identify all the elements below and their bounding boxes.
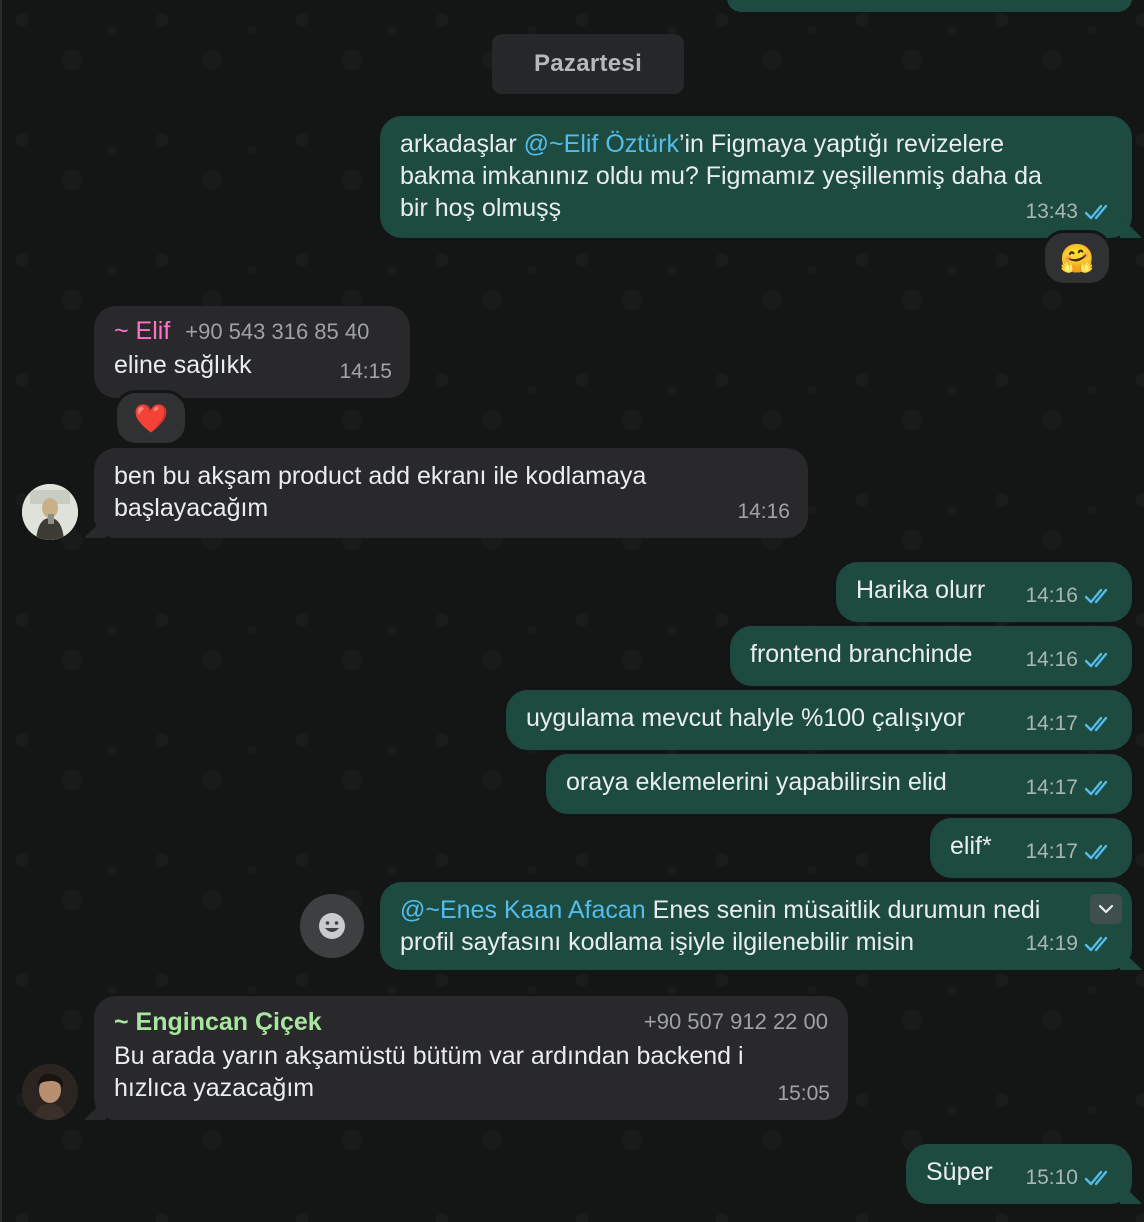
message-time: 14:17 xyxy=(1025,840,1078,863)
message-outgoing[interactable]: Harika olurr 14:16 xyxy=(836,562,1132,622)
message-text-line2: profil sayfasını kodlama işiyle ilgilene… xyxy=(400,928,915,956)
reaction-emoji: 🤗 xyxy=(1059,242,1095,274)
message-text: ben bu akşam product add ekranı ile kodl… xyxy=(114,462,647,522)
message-meta: 14:16 xyxy=(1025,644,1114,676)
message-meta: 15:05 xyxy=(777,1078,830,1110)
mention-link[interactable]: @~Enes Kaan Afacan xyxy=(400,896,646,924)
day-separator-label: Pazartesi xyxy=(533,50,643,77)
mention-link[interactable]: @~Elif Öztürk xyxy=(524,130,679,158)
message-outgoing[interactable]: Süper 15:10 xyxy=(906,1144,1132,1204)
message-text: oraya eklemelerini yapabilirsin elid xyxy=(566,768,947,796)
sender-name[interactable]: ~ Elif xyxy=(114,317,170,345)
message-meta: 14:17 xyxy=(1025,836,1114,868)
message-meta: 14:17 xyxy=(1025,708,1114,740)
reaction-emoji: ❤️ xyxy=(133,402,169,434)
message-outgoing[interactable]: frontend branchinde 14:16 xyxy=(730,626,1132,686)
message-outgoing[interactable]: oraya eklemelerini yapabilirsin elid 14:… xyxy=(546,754,1132,814)
message-incoming[interactable]: ben bu akşam product add ekranı ile kodl… xyxy=(94,448,808,538)
message-time: 15:10 xyxy=(1025,1166,1078,1189)
sender-phone: +90 507 912 22 00 xyxy=(643,1009,828,1034)
sender-phone: +90 543 316 85 40 xyxy=(185,319,370,344)
message-meta: 14:16 xyxy=(1025,580,1114,612)
double-check-icon xyxy=(1084,588,1108,604)
reaction-chip[interactable]: 🤗 xyxy=(1042,230,1112,286)
message-text: Harika olurr xyxy=(856,576,986,604)
message-outgoing[interactable]: @~Enes Kaan Afacan Enes senin müsaitlik … xyxy=(380,882,1132,970)
chat-area: Pazartesi arkadaşlar @~Elif Öztürk’in Fi… xyxy=(0,0,1144,1222)
message-text: Süper xyxy=(926,1158,993,1186)
message-time: 14:16 xyxy=(1025,648,1078,671)
message-text: elif* xyxy=(950,832,992,860)
avatar[interactable] xyxy=(22,484,78,540)
avatar-photo xyxy=(22,1064,78,1120)
message-text: @~Enes Kaan Afacan Enes senin müsaitlik … xyxy=(400,896,1041,924)
avatar-photo xyxy=(22,484,78,540)
chevron-down-icon xyxy=(1098,904,1114,914)
avatar[interactable] xyxy=(22,1064,78,1120)
message-text: frontend branchinde xyxy=(750,640,973,668)
double-check-icon xyxy=(1084,1170,1108,1186)
double-check-icon xyxy=(1084,780,1108,796)
message-time: 14:17 xyxy=(1025,712,1078,735)
message-menu-button[interactable] xyxy=(1090,894,1122,924)
message-meta: 14:19 xyxy=(1025,928,1114,960)
double-check-icon xyxy=(1084,716,1108,732)
emoji-react-button[interactable] xyxy=(300,894,364,958)
double-check-icon xyxy=(1084,652,1108,668)
double-check-icon xyxy=(1084,936,1108,952)
message-meta: 13:43 xyxy=(1025,196,1114,228)
message-text: uygulama mevcut halyle %100 çalışıyor xyxy=(526,704,966,732)
message-time: 14:16 xyxy=(1025,584,1078,607)
message-incoming[interactable]: ~ Elif +90 543 316 85 40 eline sağlıkk 1… xyxy=(94,306,410,398)
message-time: 14:17 xyxy=(1025,776,1078,799)
message-incoming[interactable]: ~ Engincan Çiçek +90 507 912 22 00 Bu ar… xyxy=(94,996,848,1120)
message-time: 14:19 xyxy=(1025,932,1078,955)
message-meta: 15:10 xyxy=(1025,1162,1114,1194)
message-time: 14:15 xyxy=(339,360,392,383)
message-meta: 14:15 xyxy=(339,356,392,388)
message-time: 15:05 xyxy=(777,1082,830,1105)
previous-message-edge xyxy=(727,0,1132,12)
day-separator: Pazartesi xyxy=(492,34,684,94)
message-outgoing[interactable]: uygulama mevcut halyle %100 çalışıyor 14… xyxy=(506,690,1132,750)
double-check-icon xyxy=(1084,844,1108,860)
message-time: 13:43 xyxy=(1025,200,1078,223)
message-text: arkadaşlar @~Elif Öztürk’in Figmaya yapt… xyxy=(400,130,1042,222)
sender-name[interactable]: ~ Engincan Çiçek xyxy=(114,1008,322,1036)
message-time: 14:16 xyxy=(737,500,790,523)
message-outgoing[interactable]: arkadaşlar @~Elif Öztürk’in Figmaya yapt… xyxy=(380,116,1132,238)
reaction-chip[interactable]: ❤️ xyxy=(114,390,188,446)
message-meta: 14:17 xyxy=(1025,772,1114,804)
double-check-icon xyxy=(1084,204,1108,220)
message-text: Bu arada yarın akşamüstü bütüm var ardın… xyxy=(114,1042,744,1102)
message-meta: 14:16 xyxy=(737,496,790,528)
emoji-smiley-icon xyxy=(319,913,345,939)
message-outgoing[interactable]: elif* 14:17 xyxy=(930,818,1132,878)
